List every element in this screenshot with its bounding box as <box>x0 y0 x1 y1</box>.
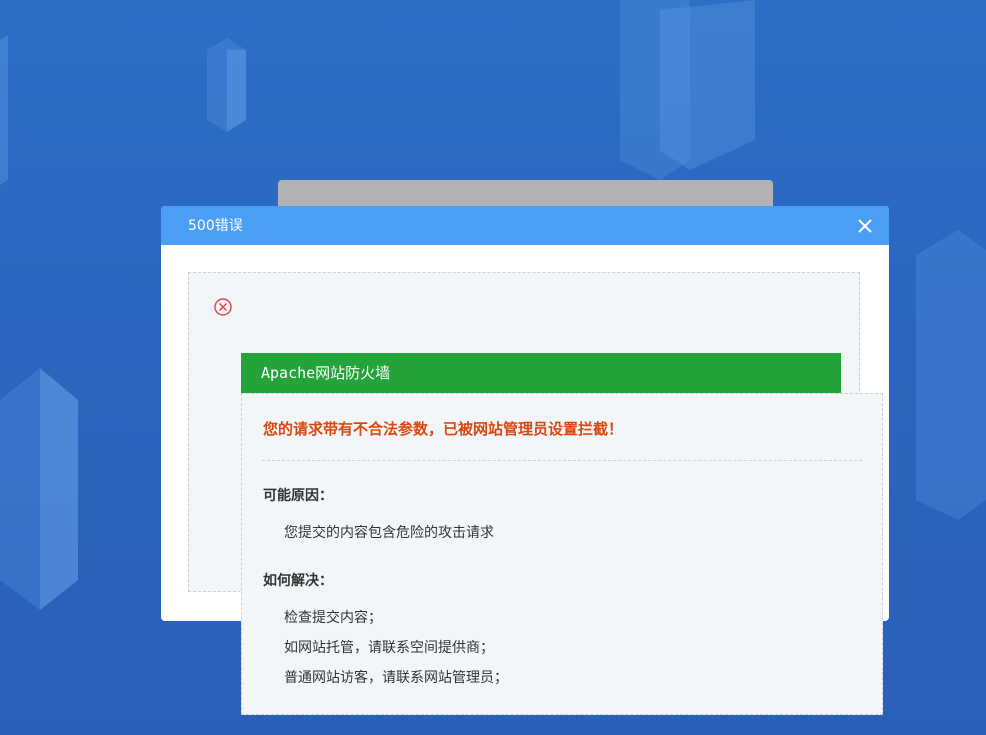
waf-panel: Apache网站防火墙 您的请求带有不合法参数，已被网站管理员设置拦截！ 可能原… <box>241 353 883 715</box>
reason-item: 您提交的内容包含危险的攻击请求 <box>284 525 494 541</box>
reason-title: 可能原因： <box>263 488 333 504</box>
waf-header: Apache网站防火墙 <box>241 353 841 393</box>
solution-item: 检查提交内容； <box>284 610 382 626</box>
close-icon[interactable] <box>855 216 875 236</box>
error-circle-x-icon <box>212 296 234 318</box>
solution-item: 如网站托管，请联系空间提供商； <box>284 640 494 656</box>
dialog-title: 500错误 <box>188 218 243 234</box>
divider <box>262 460 862 461</box>
solution-title: 如何解决： <box>263 573 333 589</box>
block-message: 您的请求带有不合法参数，已被网站管理员设置拦截！ <box>263 420 624 438</box>
dialog-header: 500错误 <box>161 206 889 245</box>
waf-body: 您的请求带有不合法参数，已被网站管理员设置拦截！ 可能原因： 您提交的内容包含危… <box>241 393 883 715</box>
solution-item: 普通网站访客，请联系网站管理员； <box>284 670 508 686</box>
